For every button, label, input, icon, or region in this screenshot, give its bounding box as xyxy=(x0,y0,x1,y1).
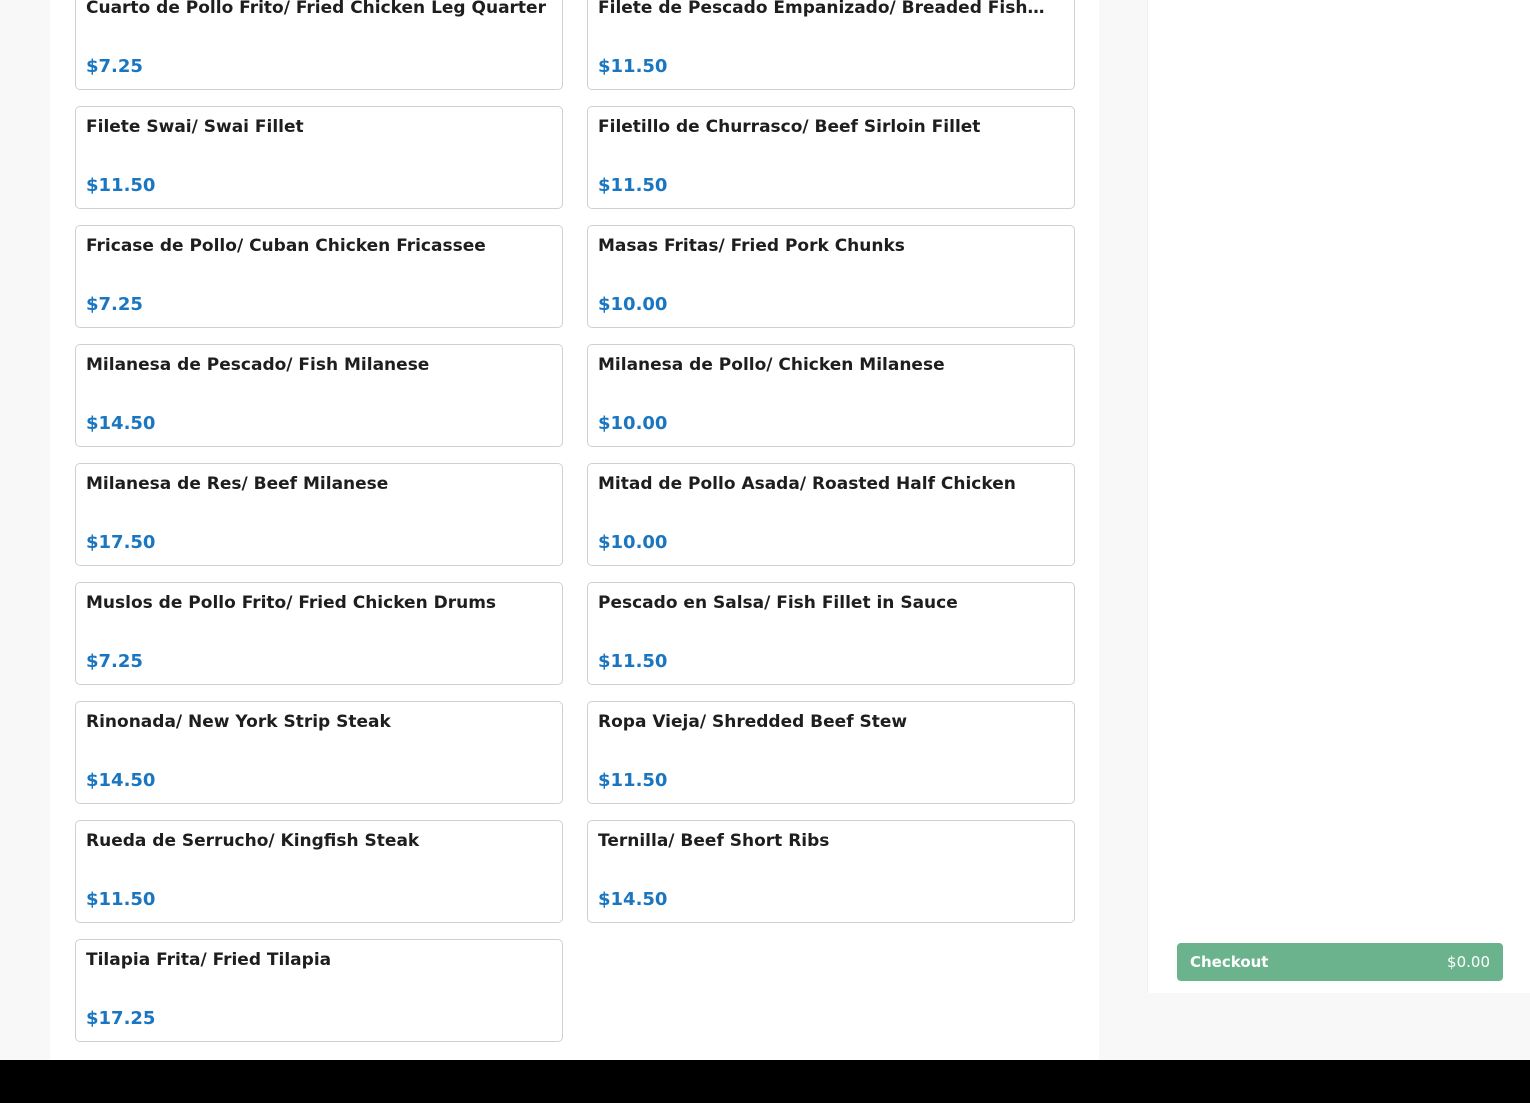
menu-item-price: $14.50 xyxy=(86,413,156,434)
menu-item-name: Pescado en Salsa/ Fish Fillet in Sauce xyxy=(598,593,958,613)
menu-item-card[interactable]: Muslos de Pollo Frito/ Fried Chicken Dru… xyxy=(75,582,563,685)
menu-item-card[interactable]: Filetillo de Churrasco/ Beef Sirloin Fil… xyxy=(587,106,1075,209)
menu-item-name: Rinonada/ New York Strip Steak xyxy=(86,712,391,732)
menu-item-price: $14.50 xyxy=(598,889,668,910)
menu-item-card[interactable]: Filete de Pescado Empanizado/ Breaded Fi… xyxy=(587,0,1075,90)
menu-item-name: Rueda de Serrucho/ Kingfish Steak xyxy=(86,831,420,851)
menu-item-name: Muslos de Pollo Frito/ Fried Chicken Dru… xyxy=(86,593,497,613)
menu-item-price: $7.25 xyxy=(86,294,143,315)
menu-item-name: Mitad de Pollo Asada/ Roasted Half Chick… xyxy=(598,474,1016,494)
menu-item-card[interactable]: Fricase de Pollo/ Cuban Chicken Fricasse… xyxy=(75,225,563,328)
menu-item-name: Ropa Vieja/ Shredded Beef Stew xyxy=(598,712,908,732)
menu-item-price: $11.50 xyxy=(598,56,668,77)
menu-item-card[interactable]: Pescado en Salsa/ Fish Fillet in Sauce $… xyxy=(587,582,1075,685)
menu-item-price: $11.50 xyxy=(598,175,668,196)
menu-item-card[interactable]: Mitad de Pollo Asada/ Roasted Half Chick… xyxy=(587,463,1075,566)
menu-item-card[interactable]: Milanesa de Pescado/ Fish Milanese $14.5… xyxy=(75,344,563,447)
menu-item-price: $11.50 xyxy=(598,651,668,672)
menu-item-name: Filete de Pescado Empanizado/ Breaded Fi… xyxy=(598,0,1045,18)
menu-item-name: Cuarto de Pollo Frito/ Fried Chicken Leg… xyxy=(86,0,546,18)
menu-item-price: $7.25 xyxy=(86,651,143,672)
menu-item-price: $17.25 xyxy=(86,1008,156,1029)
menu-item-price: $10.00 xyxy=(598,294,668,315)
menu-item-card[interactable]: Masas Fritas/ Fried Pork Chunks $10.00 xyxy=(587,225,1075,328)
menu-item-card[interactable]: Filete Swai/ Swai Fillet $11.50 xyxy=(75,106,563,209)
menu-item-name: Masas Fritas/ Fried Pork Chunks xyxy=(598,236,905,256)
menu-item-price: $17.50 xyxy=(86,532,156,553)
menu-item-name: Ternilla/ Beef Short Ribs xyxy=(598,831,830,851)
cart-total: $0.00 xyxy=(1447,953,1490,971)
menu-item-card[interactable]: Cuarto de Pollo Frito/ Fried Chicken Leg… xyxy=(75,0,563,90)
menu-item-name: Tilapia Frita/ Fried Tilapia xyxy=(86,950,332,970)
menu-item-card[interactable]: Tilapia Frita/ Fried Tilapia $17.25 xyxy=(75,939,563,1042)
menu-item-card[interactable]: Rueda de Serrucho/ Kingfish Steak $11.50 xyxy=(75,820,563,923)
checkout-label: Checkout xyxy=(1190,953,1269,971)
footer-band xyxy=(0,1060,1530,1103)
menu-item-name: Milanesa de Pescado/ Fish Milanese xyxy=(86,355,430,375)
menu-item-price: $11.50 xyxy=(86,889,156,910)
menu-item-name: Filetillo de Churrasco/ Beef Sirloin Fil… xyxy=(598,117,981,137)
menu-item-price: $11.50 xyxy=(86,175,156,196)
menu-item-name: Milanesa de Res/ Beef Milanese xyxy=(86,474,389,494)
menu-item-name: Milanesa de Pollo/ Chicken Milanese xyxy=(598,355,945,375)
menu-item-card[interactable]: Ropa Vieja/ Shredded Beef Stew $11.50 xyxy=(587,701,1075,804)
menu-item-price: $11.50 xyxy=(598,770,668,791)
menu-item-price: $7.25 xyxy=(86,56,143,77)
menu-item-price: $10.00 xyxy=(598,532,668,553)
menu-item-price: $14.50 xyxy=(86,770,156,791)
menu-grid: Cuarto de Pollo Frito/ Fried Chicken Leg… xyxy=(75,0,1075,1042)
menu-item-card[interactable]: Ternilla/ Beef Short Ribs $14.50 xyxy=(587,820,1075,923)
menu-item-name: Fricase de Pollo/ Cuban Chicken Fricasse… xyxy=(86,236,486,256)
menu-item-card[interactable]: Rinonada/ New York Strip Steak $14.50 xyxy=(75,701,563,804)
menu-item-card[interactable]: Milanesa de Pollo/ Chicken Milanese $10.… xyxy=(587,344,1075,447)
menu-panel: Cuarto de Pollo Frito/ Fried Chicken Leg… xyxy=(50,0,1099,1060)
menu-item-card[interactable]: Milanesa de Res/ Beef Milanese $17.50 xyxy=(75,463,563,566)
menu-item-name: Filete Swai/ Swai Fillet xyxy=(86,117,304,137)
cart-panel: Checkout $0.00 xyxy=(1147,0,1530,993)
menu-item-price: $10.00 xyxy=(598,413,668,434)
checkout-button[interactable]: Checkout $0.00 xyxy=(1177,943,1503,981)
